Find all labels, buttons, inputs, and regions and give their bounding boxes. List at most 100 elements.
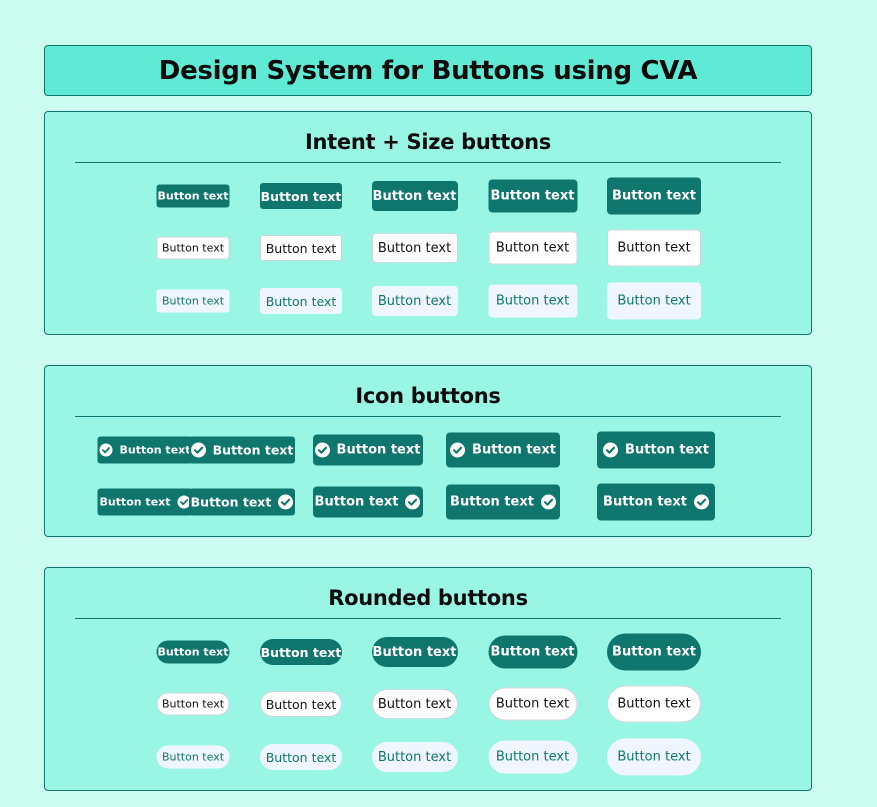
button-label: Button text bbox=[617, 749, 691, 765]
button-label: Button text bbox=[372, 644, 457, 660]
button-label: Button text bbox=[161, 697, 225, 711]
intent-size-section: Intent + Size buttons Button text Button … bbox=[44, 111, 812, 335]
button-label: Button text bbox=[265, 696, 337, 712]
icon-button-left[interactable]: Button text bbox=[189, 436, 295, 464]
primary-button[interactable]: Button text bbox=[260, 183, 342, 209]
tertiary-button[interactable]: Button text bbox=[371, 286, 458, 316]
rounded-secondary-button[interactable]: Button text bbox=[156, 692, 230, 716]
button-label: Button text bbox=[314, 494, 399, 510]
primary-button[interactable]: Button text bbox=[607, 177, 701, 215]
button-label: Button text bbox=[265, 293, 337, 309]
rounded-tertiary-button[interactable]: Button text bbox=[488, 740, 577, 774]
check-circle-icon bbox=[603, 442, 619, 458]
rounded-tertiary-button[interactable]: Button text bbox=[607, 738, 701, 776]
button-label: Button text bbox=[625, 442, 709, 458]
button-label: Button text bbox=[99, 495, 171, 509]
rounded-secondary-button[interactable]: Button text bbox=[607, 685, 701, 723]
rounded-tertiary-button[interactable]: Button text bbox=[260, 744, 342, 770]
rounded-primary-button[interactable]: Button text bbox=[156, 640, 230, 664]
section-header: Icon buttons bbox=[75, 366, 781, 417]
section-heading: Rounded buttons bbox=[328, 586, 528, 610]
rounded-buttons-section: Rounded buttons Button text Button text Bu… bbox=[44, 567, 812, 791]
button-label: Button text bbox=[161, 294, 225, 308]
button-label: Button text bbox=[212, 442, 294, 458]
tertiary-button[interactable]: Button text bbox=[156, 289, 230, 313]
button-label: Button text bbox=[119, 443, 191, 457]
button-label: Button text bbox=[617, 240, 691, 256]
icon-button-right[interactable]: Button text bbox=[446, 484, 560, 520]
primary-button[interactable]: Button text bbox=[488, 179, 577, 213]
primary-button[interactable]: Button text bbox=[156, 184, 230, 208]
rounded-secondary-button[interactable]: Button text bbox=[260, 691, 342, 717]
page-title: Design System for Buttons using CVA bbox=[158, 55, 698, 86]
icon-button-right[interactable]: Button text bbox=[97, 488, 193, 516]
button-label: Button text bbox=[336, 442, 421, 458]
icon-button-left[interactable]: Button text bbox=[97, 436, 193, 464]
primary-button[interactable]: Button text bbox=[371, 181, 458, 211]
icon-button-left[interactable]: Button text bbox=[597, 431, 715, 469]
rounded-primary-button[interactable]: Button text bbox=[260, 639, 342, 665]
check-circle-icon bbox=[314, 442, 330, 458]
button-label: Button text bbox=[372, 188, 457, 204]
icon-button-left[interactable]: Button text bbox=[446, 432, 560, 468]
rounded-secondary-button[interactable]: Button text bbox=[371, 689, 458, 719]
button-label: Button text bbox=[450, 494, 534, 510]
section-heading: Intent + Size buttons bbox=[305, 130, 551, 154]
tertiary-button[interactable]: Button text bbox=[260, 288, 342, 314]
rounded-primary-button[interactable]: Button text bbox=[488, 635, 577, 669]
button-label: Button text bbox=[265, 240, 337, 256]
secondary-button[interactable]: Button text bbox=[488, 231, 577, 265]
button-label: Button text bbox=[612, 644, 696, 660]
button-label: Button text bbox=[612, 188, 696, 204]
check-circle-icon bbox=[693, 494, 709, 510]
section-header: Rounded buttons bbox=[75, 568, 781, 619]
button-label: Button text bbox=[161, 750, 225, 764]
button-label: Button text bbox=[260, 644, 342, 660]
icon-buttons-section: Icon buttons Button text Button text Butto… bbox=[44, 365, 812, 537]
tertiary-button[interactable]: Button text bbox=[488, 284, 577, 318]
rounded-primary-button[interactable]: Button text bbox=[607, 633, 701, 671]
secondary-button[interactable]: Button text bbox=[260, 235, 342, 261]
button-label: Button text bbox=[157, 189, 229, 203]
icon-button-right[interactable]: Button text bbox=[597, 483, 715, 521]
button-label: Button text bbox=[617, 293, 691, 309]
button-label: Button text bbox=[265, 749, 337, 765]
page-title-box: Design System for Buttons using CVA bbox=[44, 45, 812, 96]
button-label: Button text bbox=[190, 494, 272, 510]
button-label: Button text bbox=[377, 240, 452, 256]
section-header: Intent + Size buttons bbox=[75, 112, 781, 163]
section-heading: Icon buttons bbox=[355, 384, 501, 408]
button-label: Button text bbox=[377, 749, 452, 765]
button-label: Button text bbox=[157, 645, 229, 659]
check-circle-icon bbox=[190, 442, 206, 458]
secondary-button[interactable]: Button text bbox=[156, 236, 230, 260]
secondary-button[interactable]: Button text bbox=[371, 233, 458, 263]
icon-button-left[interactable]: Button text bbox=[312, 434, 423, 466]
rounded-secondary-button[interactable]: Button text bbox=[488, 687, 577, 721]
button-label: Button text bbox=[260, 188, 342, 204]
button-label: Button text bbox=[161, 241, 225, 255]
check-circle-icon bbox=[278, 494, 294, 510]
check-circle-icon bbox=[450, 442, 466, 458]
button-label: Button text bbox=[490, 644, 575, 660]
button-label: Button text bbox=[495, 696, 570, 712]
icon-button-right[interactable]: Button text bbox=[189, 488, 295, 516]
button-label: Button text bbox=[472, 442, 556, 458]
check-circle-icon bbox=[540, 494, 556, 510]
secondary-button[interactable]: Button text bbox=[607, 229, 701, 267]
check-circle-icon bbox=[405, 494, 421, 510]
tertiary-button[interactable]: Button text bbox=[607, 282, 701, 320]
button-label: Button text bbox=[490, 188, 575, 204]
button-label: Button text bbox=[377, 696, 452, 712]
rounded-tertiary-button[interactable]: Button text bbox=[156, 745, 230, 769]
button-label: Button text bbox=[495, 240, 570, 256]
rounded-tertiary-button[interactable]: Button text bbox=[371, 742, 458, 772]
button-label: Button text bbox=[617, 696, 691, 712]
page: Design System for Buttons using CVA Inte… bbox=[0, 0, 877, 807]
check-circle-icon bbox=[99, 443, 113, 457]
button-label: Button text bbox=[603, 494, 687, 510]
icon-button-right[interactable]: Button text bbox=[312, 486, 423, 518]
rounded-primary-button[interactable]: Button text bbox=[371, 637, 458, 667]
button-label: Button text bbox=[495, 293, 570, 309]
button-label: Button text bbox=[495, 749, 570, 765]
